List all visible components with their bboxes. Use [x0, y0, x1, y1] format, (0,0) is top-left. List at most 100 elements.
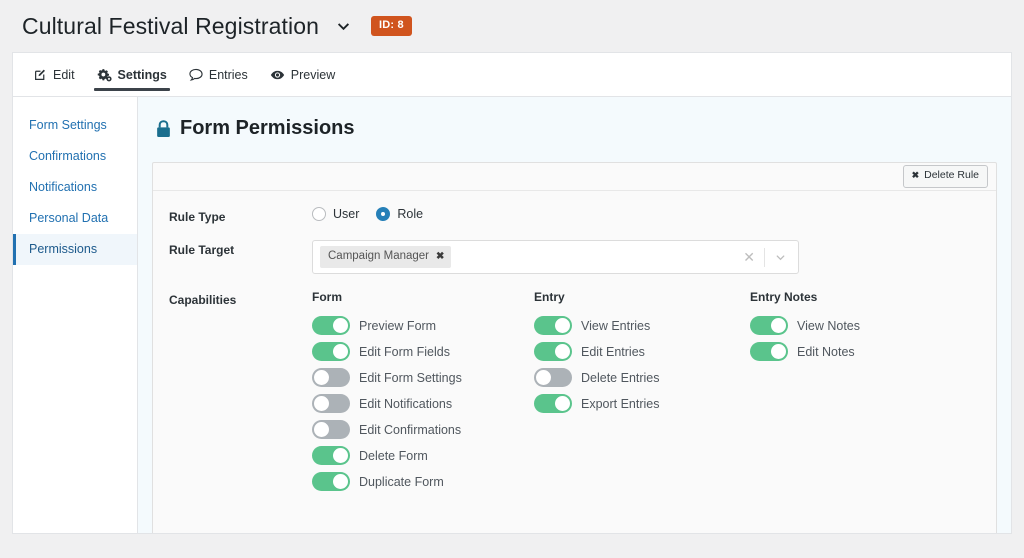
- rule-card-body: Rule Type User Role Rule Target Campaign…: [153, 191, 996, 533]
- capability-label: Edit Form Settings: [359, 370, 462, 385]
- tab-settings-label: Settings: [117, 67, 167, 82]
- rule-type-radio-group: User Role: [312, 207, 980, 221]
- tab-edit-label: Edit: [53, 67, 75, 82]
- radio-user[interactable]: User: [312, 207, 359, 221]
- page-title: Form Permissions: [156, 117, 997, 140]
- toggle-switch[interactable]: [534, 342, 572, 361]
- rule-type-label: Rule Type: [169, 210, 226, 224]
- sidebar-item-personal-data[interactable]: Personal Data: [13, 203, 137, 234]
- chevron-down-icon[interactable]: [765, 251, 796, 264]
- capability-label: Edit Notifications: [359, 396, 453, 411]
- capabilities-columns: Form Preview Form Edit Form Fields Edit …: [312, 290, 980, 498]
- capability-duplicate-form[interactable]: Duplicate Form: [312, 472, 534, 491]
- toggle-switch[interactable]: [534, 316, 572, 335]
- capability-delete-form[interactable]: Delete Form: [312, 446, 534, 465]
- rule-target-tag-list: Campaign Manager ✖: [320, 246, 734, 268]
- toggle-switch[interactable]: [312, 472, 350, 491]
- capability-view-entries[interactable]: View Entries: [534, 316, 750, 335]
- delete-rule-button[interactable]: ✖ Delete Rule: [902, 165, 988, 188]
- sidebar-item-confirmations[interactable]: Confirmations: [13, 141, 137, 172]
- toggle-switch[interactable]: [750, 316, 788, 335]
- delete-rule-label: Delete Rule: [924, 169, 979, 182]
- rule-target-label: Rule Target: [169, 243, 235, 257]
- radio-role[interactable]: Role: [376, 207, 423, 221]
- rule-type-field: User Role: [312, 207, 980, 221]
- rule-target-field: Campaign Manager ✖ ✕: [312, 240, 980, 274]
- capability-column-entry-notes-title: Entry Notes: [750, 290, 818, 304]
- tab-entries[interactable]: Entries: [178, 53, 259, 96]
- capability-label: View Entries: [581, 318, 651, 333]
- capability-export-entries[interactable]: Export Entries: [534, 394, 750, 413]
- radio-user-label: User: [333, 207, 360, 221]
- capability-column-form-title: Form: [312, 290, 342, 304]
- rule-card-header: ✖ Delete Rule: [153, 163, 996, 191]
- capability-delete-entries[interactable]: Delete Entries: [534, 368, 750, 387]
- tab-bar: Edit Settings Entries Preview: [12, 52, 1012, 96]
- capability-label: Delete Entries: [581, 370, 660, 385]
- toggle-switch[interactable]: [750, 342, 788, 361]
- tab-settings[interactable]: Settings: [86, 53, 178, 96]
- capabilities-label: Capabilities: [169, 293, 237, 307]
- toggle-switch[interactable]: [312, 368, 350, 387]
- permissions-content: Form Permissions ✖ Delete Rule Rule Type: [138, 97, 1011, 533]
- toggle-switch[interactable]: [312, 394, 350, 413]
- gears-icon: [97, 68, 112, 82]
- tab-edit[interactable]: Edit: [23, 53, 86, 96]
- toggle-switch[interactable]: [312, 446, 350, 465]
- radio-user-dot: [312, 207, 326, 221]
- permission-rule-card: ✖ Delete Rule Rule Type User Role Rule T…: [152, 162, 997, 533]
- radio-role-dot: [376, 207, 391, 221]
- rule-target-row: Rule Target Campaign Manager ✖ ✕: [169, 240, 980, 274]
- capability-column-form: Form Preview Form Edit Form Fields Edit …: [312, 290, 534, 498]
- eye-icon: [270, 69, 285, 81]
- capability-edit-form-settings[interactable]: Edit Form Settings: [312, 368, 534, 387]
- chevron-down-icon[interactable]: [335, 18, 351, 34]
- settings-shell: Form Settings Confirmations Notification…: [12, 96, 1012, 534]
- capability-label: Export Entries: [581, 396, 660, 411]
- toggle-switch[interactable]: [312, 420, 350, 439]
- capability-edit-form-fields[interactable]: Edit Form Fields: [312, 342, 534, 361]
- capabilities-row: Capabilities Form Preview Form Edit Form…: [169, 290, 980, 498]
- capability-label: Delete Form: [359, 448, 428, 463]
- capability-edit-confirmations[interactable]: Edit Confirmations: [312, 420, 534, 439]
- sidebar-item-form-settings[interactable]: Form Settings: [13, 110, 137, 141]
- capability-label: Duplicate Form: [359, 474, 444, 489]
- rule-type-row: Rule Type User Role: [169, 207, 980, 224]
- page-header: Cultural Festival Registration ID: 8: [0, 0, 1024, 52]
- capability-label: Edit Notes: [797, 344, 855, 359]
- capability-edit-notes[interactable]: Edit Notes: [750, 342, 950, 361]
- toggle-switch[interactable]: [312, 342, 350, 361]
- rule-target-tag-label: Campaign Manager: [328, 250, 430, 263]
- capability-preview-form[interactable]: Preview Form: [312, 316, 534, 335]
- sidebar-item-permissions[interactable]: Permissions: [13, 234, 137, 265]
- lock-icon: [156, 119, 171, 138]
- x-icon: ✖: [911, 170, 920, 181]
- rule-target-tag: Campaign Manager ✖: [320, 246, 452, 268]
- toggle-switch[interactable]: [312, 316, 350, 335]
- page-title-text: Form Permissions: [180, 117, 355, 139]
- tab-preview[interactable]: Preview: [259, 53, 346, 96]
- capability-edit-notifications[interactable]: Edit Notifications: [312, 394, 534, 413]
- sidebar-item-notifications[interactable]: Notifications: [13, 172, 137, 203]
- tab-entries-label: Entries: [208, 67, 248, 82]
- capability-label: Edit Form Fields: [359, 344, 450, 359]
- capability-label: View Notes: [797, 318, 860, 333]
- settings-sidebar: Form Settings Confirmations Notification…: [13, 97, 138, 533]
- capability-edit-entries[interactable]: Edit Entries: [534, 342, 750, 361]
- toggle-switch[interactable]: [534, 368, 572, 387]
- capability-label: Edit Entries: [581, 344, 645, 359]
- tab-preview-label: Preview: [290, 67, 336, 82]
- remove-tag-icon[interactable]: ✖: [436, 251, 444, 263]
- capability-label: Edit Confirmations: [359, 422, 462, 437]
- capability-column-entry: Entry View Entries Edit Entries Delete E…: [534, 290, 750, 498]
- capability-label: Preview Form: [359, 318, 437, 333]
- rule-target-select[interactable]: Campaign Manager ✖ ✕: [312, 240, 799, 274]
- radio-role-label: Role: [397, 207, 424, 221]
- clear-selection-icon[interactable]: ✕: [734, 250, 764, 264]
- capability-column-entry-title: Entry: [534, 290, 565, 304]
- capability-column-entry-notes: Entry Notes View Notes Edit Notes: [750, 290, 950, 498]
- speech-bubble-icon: [189, 68, 203, 81]
- capability-view-notes[interactable]: View Notes: [750, 316, 950, 335]
- pencil-square-icon: [34, 68, 47, 81]
- toggle-switch[interactable]: [534, 394, 572, 413]
